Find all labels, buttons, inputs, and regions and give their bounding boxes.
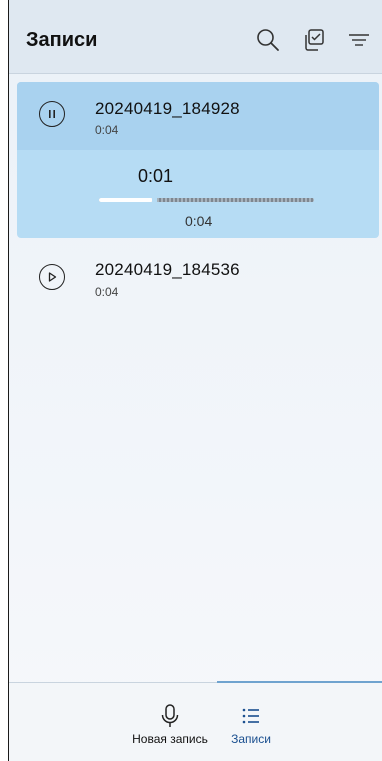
filter-icon[interactable] — [346, 27, 372, 53]
play-button[interactable] — [39, 264, 65, 290]
pause-button[interactable] — [39, 101, 65, 127]
app-screen: Записи 20240419_184928 0:04 0:01 0:04 20… — [8, 0, 382, 761]
list-icon — [242, 708, 259, 724]
nav-item-recordings[interactable]: Записи — [221, 703, 281, 746]
top-bar: Записи — [9, 0, 382, 74]
playback-current-time: 0:01 — [138, 166, 174, 186]
bottom-navigation: Новая запись Записи — [9, 681, 382, 761]
seek-bar-thumb[interactable] — [152, 197, 157, 203]
recording-duration: 0:04 — [95, 123, 119, 137]
nav-label-new-recording: Новая запись — [132, 732, 208, 746]
recording-name: 20240419_184536 — [95, 260, 240, 279]
nav-label-recordings: Записи — [231, 732, 271, 746]
page-title: Записи — [26, 29, 98, 51]
active-tab-indicator — [217, 681, 382, 683]
recording-item[interactable]: 20240419_184536 0:04 — [17, 250, 379, 312]
recording-item-expanded[interactable]: 20240419_184928 0:04 0:01 0:04 — [17, 82, 379, 238]
select-icon[interactable] — [300, 27, 326, 53]
recording-name: 20240419_184928 — [95, 99, 240, 118]
pause-icon — [49, 110, 55, 118]
seek-bar-progress — [99, 198, 153, 202]
search-icon[interactable] — [255, 27, 281, 53]
microphone-icon — [161, 704, 179, 727]
nav-item-new-recording[interactable]: Новая запись — [127, 703, 213, 746]
playback-seek-bar[interactable] — [99, 197, 314, 203]
play-icon — [48, 272, 57, 282]
recording-duration: 0:04 — [95, 285, 119, 299]
playback-total-time: 0:04 — [185, 213, 213, 229]
